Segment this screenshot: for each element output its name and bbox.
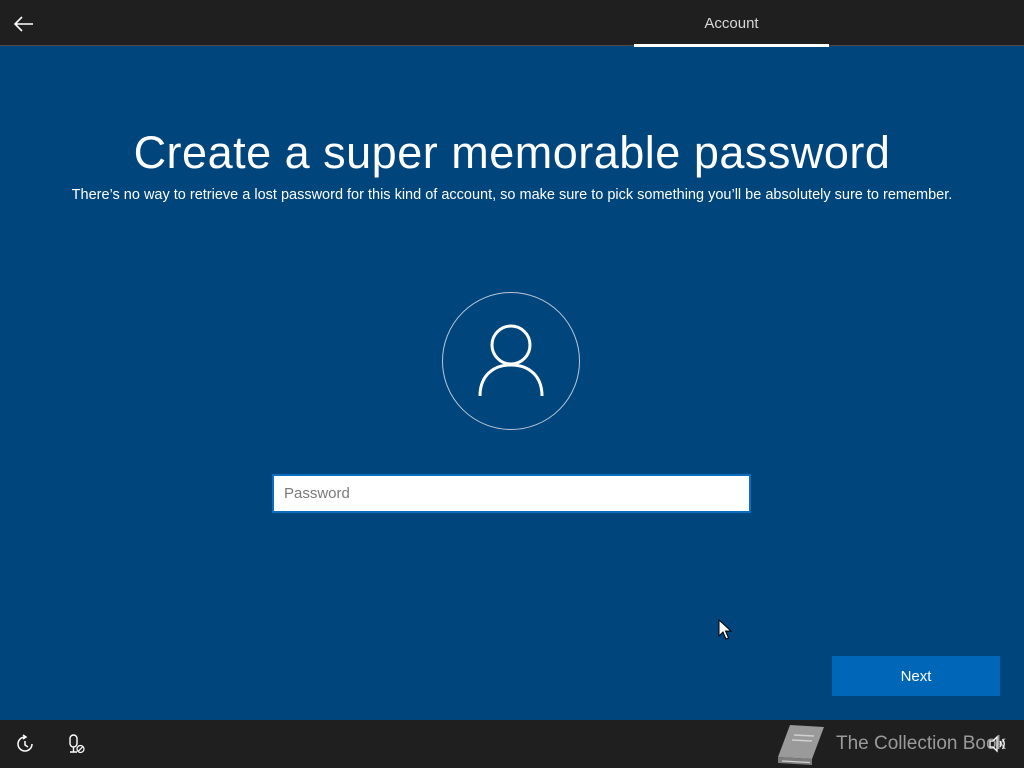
- mouse-pointer-icon: [718, 619, 732, 640]
- ease-of-access-button[interactable]: [13, 732, 37, 756]
- ease-of-access-icon: [17, 734, 33, 752]
- book-icon: [778, 725, 824, 765]
- top-bar: Account: [0, 0, 1024, 47]
- microphone-button[interactable]: [63, 732, 87, 756]
- avatar: [442, 292, 580, 430]
- watermark-text: The Collection Book: [836, 733, 1007, 754]
- watermark: The Collection Book: [772, 720, 1006, 768]
- password-input[interactable]: [272, 474, 751, 513]
- user-icon: [478, 324, 544, 397]
- next-button[interactable]: Next: [832, 656, 1000, 696]
- back-button[interactable]: [8, 8, 40, 40]
- page-title: Create a super memorable password: [133, 127, 891, 178]
- volume-icon: [989, 735, 1005, 753]
- bottom-bar: The Collection Book: [0, 720, 1024, 768]
- tab-account[interactable]: Account: [634, 0, 829, 46]
- main-panel: Create a super memorable password There’…: [0, 47, 1024, 720]
- microphone-off-icon: [69, 734, 85, 754]
- arrow-left-icon: [14, 16, 33, 32]
- volume-button[interactable]: [986, 732, 1010, 756]
- page-subtitle: There’s no way to retrieve a lost passwo…: [71, 187, 953, 203]
- tab-account-label: Account: [704, 14, 759, 32]
